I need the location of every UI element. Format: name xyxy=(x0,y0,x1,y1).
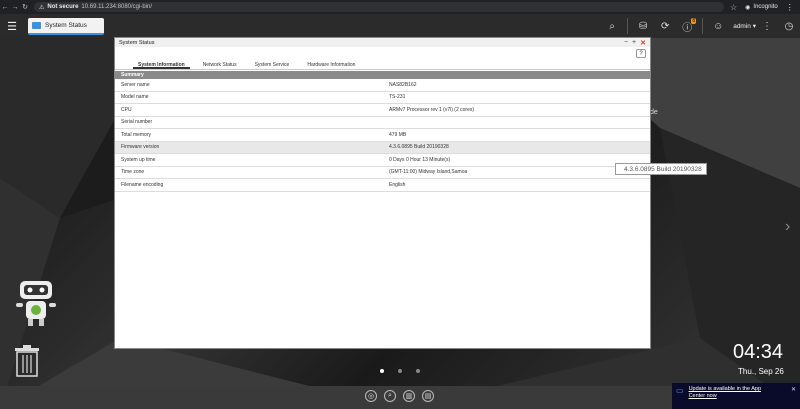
dock-app-icon[interactable]: ▥ xyxy=(403,390,415,402)
table-row: Server name NAS82B162 xyxy=(115,79,650,92)
row-label: Total memory xyxy=(121,131,152,138)
main-menu-icon[interactable]: ☰ xyxy=(0,14,24,38)
desktop-clock: 04:34 xyxy=(733,341,784,363)
row-value: English xyxy=(389,181,406,188)
table-row: Serial number xyxy=(115,117,650,129)
help-button[interactable]: ? xyxy=(636,49,646,58)
row-label: Model name xyxy=(121,94,149,101)
warning-icon: ⚠ xyxy=(39,4,45,11)
row-label: System up time xyxy=(121,156,156,163)
address-bar[interactable]: ⚠ Not secure 10.69.11.234:8080/cgi-bin/ xyxy=(34,2,724,12)
row-label: Firmware version xyxy=(121,144,160,151)
row-value: NAS82B162 xyxy=(389,81,417,88)
forward-icon[interactable]: → xyxy=(10,4,20,11)
security-label: Not secure xyxy=(47,4,79,10)
topbar-icons: ⌕ ⛁ ⟳ ⓘ 8 ☺ admin ▾ ⋮ ◷ xyxy=(601,14,800,38)
window-titlebar[interactable]: System Status − + ✕ xyxy=(115,38,650,47)
tab-hardware-information[interactable]: Hardware Information xyxy=(302,60,360,69)
row-label: Server name xyxy=(121,81,150,88)
notification-message[interactable]: Update is available in the App Center no… xyxy=(689,386,775,400)
chat-icon: ▭ xyxy=(676,386,684,395)
url-text: 10.69.11.234:8080/cgi-bin/ xyxy=(81,4,153,10)
bookmark-star-icon[interactable]: ☆ xyxy=(730,3,737,12)
table-row: CPU ARMv7 Processor rev 1 (v7l) (2 cores… xyxy=(115,104,650,117)
browser-toolbar: ← → ↻ ⚠ Not secure 10.69.11.234:8080/cgi… xyxy=(0,0,800,14)
row-value: 0 Days 0 Hour 13 Minute(s) xyxy=(389,156,451,163)
row-value: 4.3.6.0895 Build 20190328 xyxy=(389,144,449,151)
row-label: Filename encoding xyxy=(121,181,164,188)
row-label: Serial number xyxy=(121,119,153,126)
helpdesk-robot-icon[interactable] xyxy=(14,277,58,327)
more-options-icon[interactable]: ⋮ xyxy=(756,21,778,32)
desktop-date: Thu., Sep 26 xyxy=(738,367,784,376)
system-status-window: System Status − + ✕ ? System Information… xyxy=(114,37,651,349)
minimize-icon[interactable]: − xyxy=(624,39,628,47)
user-avatar-icon[interactable]: ☺ xyxy=(707,21,729,32)
summary-section-header: Summary xyxy=(115,71,650,79)
table-row: Firmware version 4.3.6.0895 Build 201903… xyxy=(115,141,650,154)
external-device-icon[interactable]: ⛁ xyxy=(632,21,654,32)
close-icon[interactable]: ✕ xyxy=(791,386,796,393)
incognito-icon: ◉ xyxy=(745,4,751,11)
taskbar-item-label: System Status xyxy=(45,21,87,29)
incognito-label: Incognito xyxy=(753,4,778,10)
user-menu[interactable]: admin ▾ xyxy=(733,22,756,30)
dashboard-icon[interactable]: ◷ xyxy=(778,21,800,32)
firmware-tooltip: 4.3.6.0895 Build 20190328 xyxy=(615,163,707,175)
desktop-page-dot[interactable] xyxy=(380,369,384,373)
desktop-page-dot[interactable] xyxy=(398,369,402,373)
window-toolbar: ? xyxy=(115,47,650,60)
tab-network-status[interactable]: Network Status xyxy=(198,60,242,69)
divider xyxy=(702,18,704,34)
row-value: (GMT-11:00) Midway Island,Samoa xyxy=(389,169,468,176)
reload-icon[interactable]: ↻ xyxy=(20,3,30,11)
taskbar-item-system-status[interactable]: System Status xyxy=(28,17,104,35)
table-row: Model name TS-231 xyxy=(115,92,650,104)
window-title: System Status xyxy=(119,39,155,46)
qts-topbar: ☰ System Status ⌕ ⛁ ⟳ ⓘ 8 ☺ admin ▾ ⋮ ◷ xyxy=(0,14,800,38)
divider xyxy=(627,18,629,34)
dock-search-icon[interactable]: ⌕ xyxy=(384,390,396,402)
row-value: 479 MB xyxy=(389,131,407,138)
desktop-pager xyxy=(380,369,420,373)
next-desktop-chevron-icon[interactable]: › xyxy=(785,218,790,236)
desktop-page-dot[interactable] xyxy=(416,369,420,373)
tab-bar: System Information Network Status System… xyxy=(115,60,650,70)
desktop-label-partial: de xyxy=(650,109,658,116)
notification-icon[interactable]: ⓘ 8 xyxy=(676,17,698,34)
background-task-icon[interactable]: ⟳ xyxy=(654,21,676,32)
tab-system-service[interactable]: System Service xyxy=(250,60,295,69)
window-controls: − + ✕ xyxy=(624,39,650,47)
system-status-app-icon xyxy=(32,21,41,29)
maximize-icon[interactable]: + xyxy=(632,39,636,47)
row-value: TS-231 xyxy=(389,94,406,101)
table-row: System up time 0 Days 0 Hour 13 Minute(s… xyxy=(115,154,650,167)
browser-menu-icon[interactable]: ⋮ xyxy=(786,3,794,12)
recycle-bin-icon[interactable] xyxy=(14,345,40,377)
table-row: Time zone (GMT-11:00) Midway Island,Samo… xyxy=(115,167,650,179)
back-icon[interactable]: ← xyxy=(0,4,10,11)
dock-icons: ◎ ⌕ ▥ ▤ xyxy=(365,390,434,402)
user-label: admin xyxy=(733,23,751,30)
dock-app-icon[interactable]: ◎ xyxy=(365,390,377,402)
tab-system-information[interactable]: System Information xyxy=(133,60,190,69)
incognito-indicator[interactable]: ◉ Incognito xyxy=(745,4,778,11)
close-icon[interactable]: ✕ xyxy=(640,39,646,47)
table-row: Total memory 479 MB xyxy=(115,129,650,142)
search-icon[interactable]: ⌕ xyxy=(601,21,623,32)
row-label: CPU xyxy=(121,106,132,113)
table-row: Filename encoding English xyxy=(115,179,650,192)
dock-app-icon[interactable]: ▤ xyxy=(422,390,434,402)
row-label: Time zone xyxy=(121,169,145,176)
notification-badge: 8 xyxy=(691,17,697,24)
row-value: ARMv7 Processor rev 1 (v7l) (2 cores) xyxy=(389,106,475,113)
update-notification[interactable]: ▭ Update is available in the App Center … xyxy=(672,383,800,409)
